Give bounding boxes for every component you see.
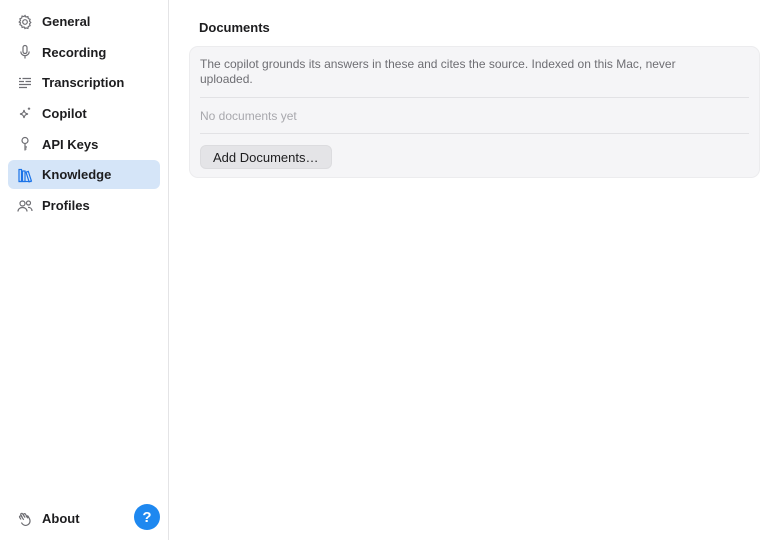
- sidebar-item-label: Profiles: [42, 198, 90, 214]
- sidebar-item-label: Copilot: [42, 106, 87, 122]
- about-label: About: [42, 511, 80, 526]
- sidebar-item-label: Knowledge: [42, 167, 112, 183]
- sidebar-item-copilot[interactable]: Copilot: [8, 99, 160, 128]
- documents-card: The copilot grounds its answers in these…: [189, 46, 760, 178]
- divider: [200, 97, 749, 98]
- sidebar-item-label: Transcription: [42, 75, 125, 91]
- gear-icon: [17, 14, 33, 30]
- sidebar-item-recording[interactable]: Recording: [8, 38, 160, 67]
- section-title: Documents: [199, 20, 270, 35]
- main-content: Documents The copilot grounds its answer…: [170, 0, 780, 540]
- documents-description: The copilot grounds its answers in these…: [200, 57, 676, 86]
- sidebar-item-label: Recording: [42, 44, 107, 60]
- key-icon: [17, 136, 33, 152]
- sidebar-item-knowledge[interactable]: Knowledge: [8, 160, 160, 190]
- help-button[interactable]: ?: [134, 504, 160, 530]
- microphone-icon: [17, 44, 33, 60]
- sidebar-item-label: General: [42, 14, 91, 29]
- add-documents-button[interactable]: Add Documents…: [200, 145, 332, 169]
- transcript-lines-icon: [17, 75, 33, 91]
- sidebar-item-label: API Keys: [42, 136, 99, 152]
- people-icon: [17, 198, 33, 214]
- divider: [200, 133, 749, 134]
- sidebar-nav: General Recording Transcription Copilot …: [8, 7, 160, 222]
- sparkles-icon: [17, 106, 33, 122]
- sidebar-item-transcription[interactable]: Transcription: [8, 68, 160, 97]
- sidebar-item-profiles[interactable]: Profiles: [8, 191, 160, 220]
- sidebar-item-general[interactable]: General: [8, 7, 160, 36]
- sidebar: General Recording Transcription Copilot …: [0, 0, 169, 540]
- sidebar-item-api-keys[interactable]: API Keys: [8, 130, 160, 159]
- empty-state-text: No documents yet: [200, 109, 297, 123]
- waving-hand-icon: [17, 511, 33, 527]
- books-icon: [17, 167, 33, 183]
